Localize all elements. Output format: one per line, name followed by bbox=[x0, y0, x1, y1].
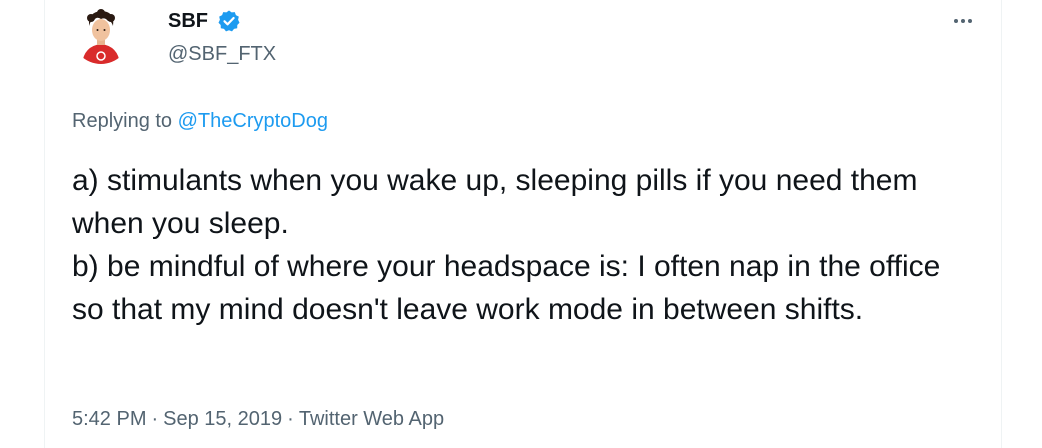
reply-target-link[interactable]: @TheCryptoDog bbox=[178, 110, 328, 132]
display-name[interactable]: SBF bbox=[168, 8, 208, 34]
avatar-icon bbox=[72, 6, 130, 64]
replying-to: Replying to @TheCryptoDog bbox=[72, 107, 328, 135]
tweet-line: a) stimulants when you wake up, sleeping… bbox=[72, 164, 918, 240]
tweet-card: SBF @SBF_FTX Replying to @TheCryptoDog a… bbox=[44, 0, 1002, 448]
tweet-text: a) stimulants when you wake up, sleeping… bbox=[72, 159, 972, 331]
tweet-line: b) be mindful of where your headspace is… bbox=[72, 250, 941, 326]
user-handle[interactable]: @SBF_FTX bbox=[168, 41, 276, 67]
more-dots-icon bbox=[961, 19, 965, 23]
tweet-source[interactable]: Twitter Web App bbox=[299, 408, 444, 430]
verified-badge-icon bbox=[218, 10, 240, 32]
replying-to-label: Replying to bbox=[72, 110, 173, 132]
tweet-meta: 5:42 PM · Sep 15, 2019 · Twitter Web App bbox=[72, 405, 444, 433]
more-options-button[interactable] bbox=[948, 8, 978, 34]
tweet-date[interactable]: Sep 15, 2019 bbox=[163, 408, 282, 430]
more-dots-icon bbox=[968, 19, 972, 23]
meta-separator: · bbox=[287, 408, 294, 430]
tweet-time[interactable]: 5:42 PM bbox=[72, 408, 146, 430]
meta-separator: · bbox=[151, 408, 159, 430]
more-dots-icon bbox=[954, 19, 958, 23]
avatar[interactable] bbox=[72, 6, 130, 64]
